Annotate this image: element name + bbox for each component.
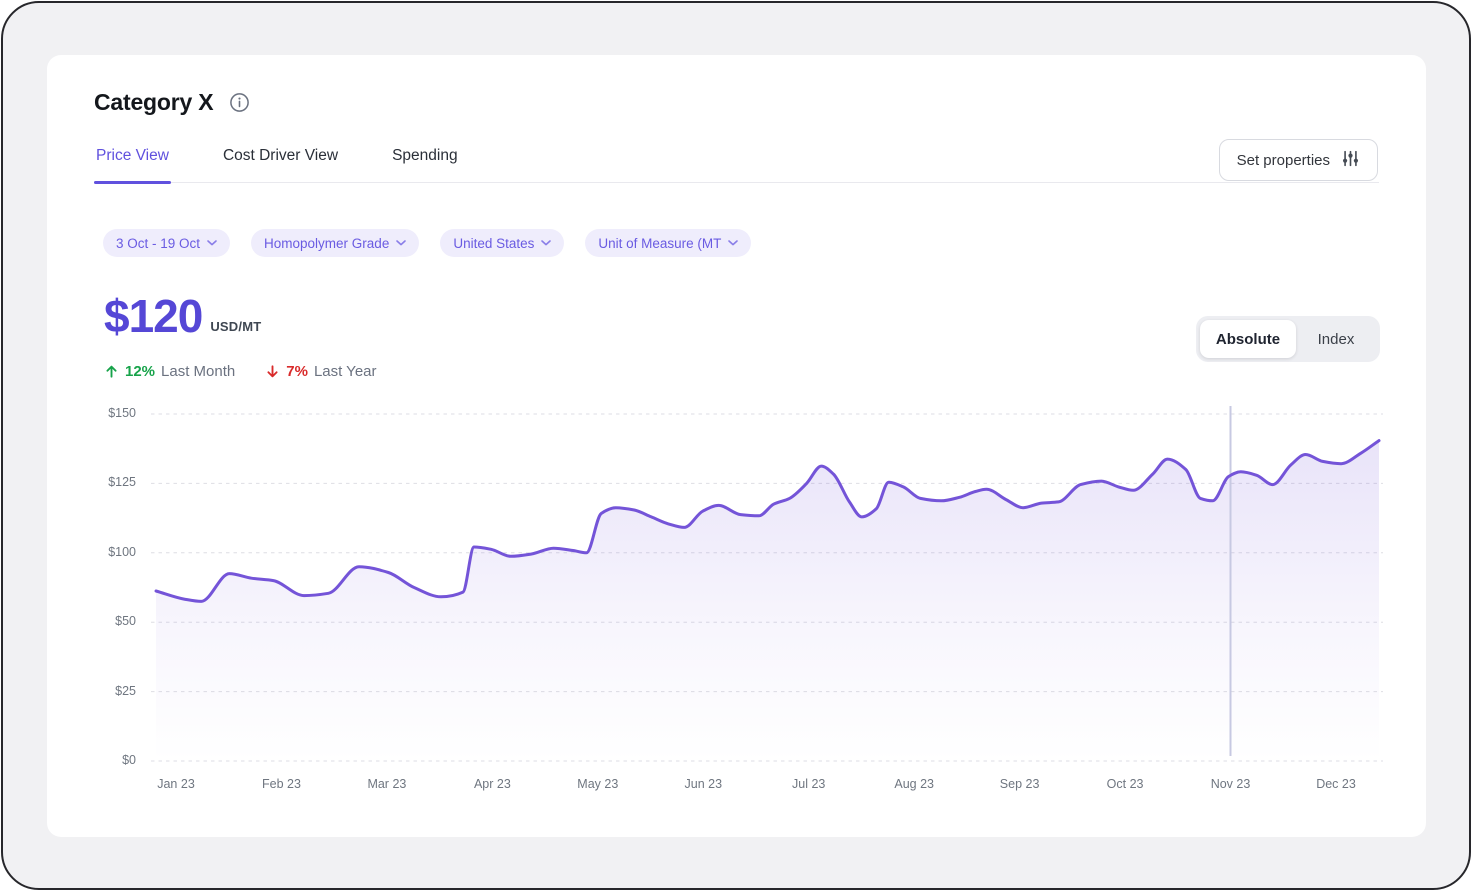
chevron-down-icon [396, 240, 406, 246]
y-axis-tick: $125 [76, 475, 136, 489]
tab-cost-driver-view[interactable]: Cost Driver View [221, 141, 340, 182]
info-icon[interactable] [229, 92, 250, 113]
y-axis-tick: $150 [76, 406, 136, 420]
x-axis-tick: Jul 23 [792, 777, 825, 791]
arrow-down-icon [265, 364, 280, 379]
delta-label: Last Month [161, 363, 235, 380]
delta-pct: 7% [286, 363, 308, 380]
price-chart[interactable] [151, 406, 1383, 761]
x-axis-tick: Feb 23 [262, 777, 301, 791]
price-block: $120 USD/MT [104, 293, 261, 339]
filter-bar: 3 Oct - 19 Oct Homopolymer Grade United … [103, 229, 751, 257]
x-axis-tick: Jun 23 [685, 777, 723, 791]
price-unit: USD/MT [210, 319, 261, 339]
filter-chip-label: Unit of Measure (MT [598, 236, 721, 251]
chevron-down-icon [541, 240, 551, 246]
x-axis-tick: Sep 23 [1000, 777, 1040, 791]
filter-chip-label: 3 Oct - 19 Oct [116, 236, 200, 251]
x-axis-tick: Aug 23 [894, 777, 934, 791]
y-axis-tick: $25 [76, 684, 136, 698]
page-title: Category X [94, 89, 213, 116]
y-axis-tick: $100 [76, 545, 136, 559]
chevron-down-icon [207, 240, 217, 246]
chevron-down-icon [728, 240, 738, 246]
y-axis-tick: $0 [76, 753, 136, 767]
x-axis-tick: Dec 23 [1316, 777, 1356, 791]
delta-label: Last Year [314, 363, 377, 380]
delta-pct: 12% [125, 363, 155, 380]
filter-chip-date-range[interactable]: 3 Oct - 19 Oct [103, 229, 230, 257]
tab-price-view[interactable]: Price View [94, 141, 171, 182]
screenshot-root: Category X Set properties [0, 0, 1472, 891]
toggle-index[interactable]: Index [1296, 320, 1376, 358]
window-frame: Category X Set properties [1, 1, 1471, 890]
y-axis-tick: $50 [76, 614, 136, 628]
delta-last-month: 12% Last Month [104, 363, 235, 380]
x-axis-tick: Nov 23 [1211, 777, 1251, 791]
x-axis-tick: Oct 23 [1107, 777, 1144, 791]
filter-chip-label: United States [453, 236, 534, 251]
price-value: $120 [104, 293, 202, 339]
filter-chip-unit-of-measure[interactable]: Unit of Measure (MT [585, 229, 751, 257]
header: Category X [94, 89, 250, 116]
x-axis-tick: Mar 23 [367, 777, 406, 791]
filter-chip-label: Homopolymer Grade [264, 236, 389, 251]
view-toggle: Absolute Index [1196, 316, 1380, 362]
tab-spending[interactable]: Spending [390, 141, 460, 182]
dashboard-card: Category X Set properties [47, 55, 1426, 837]
delta-last-year: 7% Last Year [265, 363, 376, 380]
x-axis-tick: Apr 23 [474, 777, 511, 791]
toggle-absolute[interactable]: Absolute [1200, 320, 1296, 358]
filter-chip-grade[interactable]: Homopolymer Grade [251, 229, 419, 257]
x-axis-tick: Jan 23 [157, 777, 195, 791]
arrow-up-icon [104, 364, 119, 379]
filter-chip-country[interactable]: United States [440, 229, 564, 257]
price-deltas: 12% Last Month 7% Last Year [104, 363, 377, 380]
tab-bar: Price View Cost Driver View Spending [94, 141, 1379, 183]
x-axis-tick: May 23 [577, 777, 618, 791]
